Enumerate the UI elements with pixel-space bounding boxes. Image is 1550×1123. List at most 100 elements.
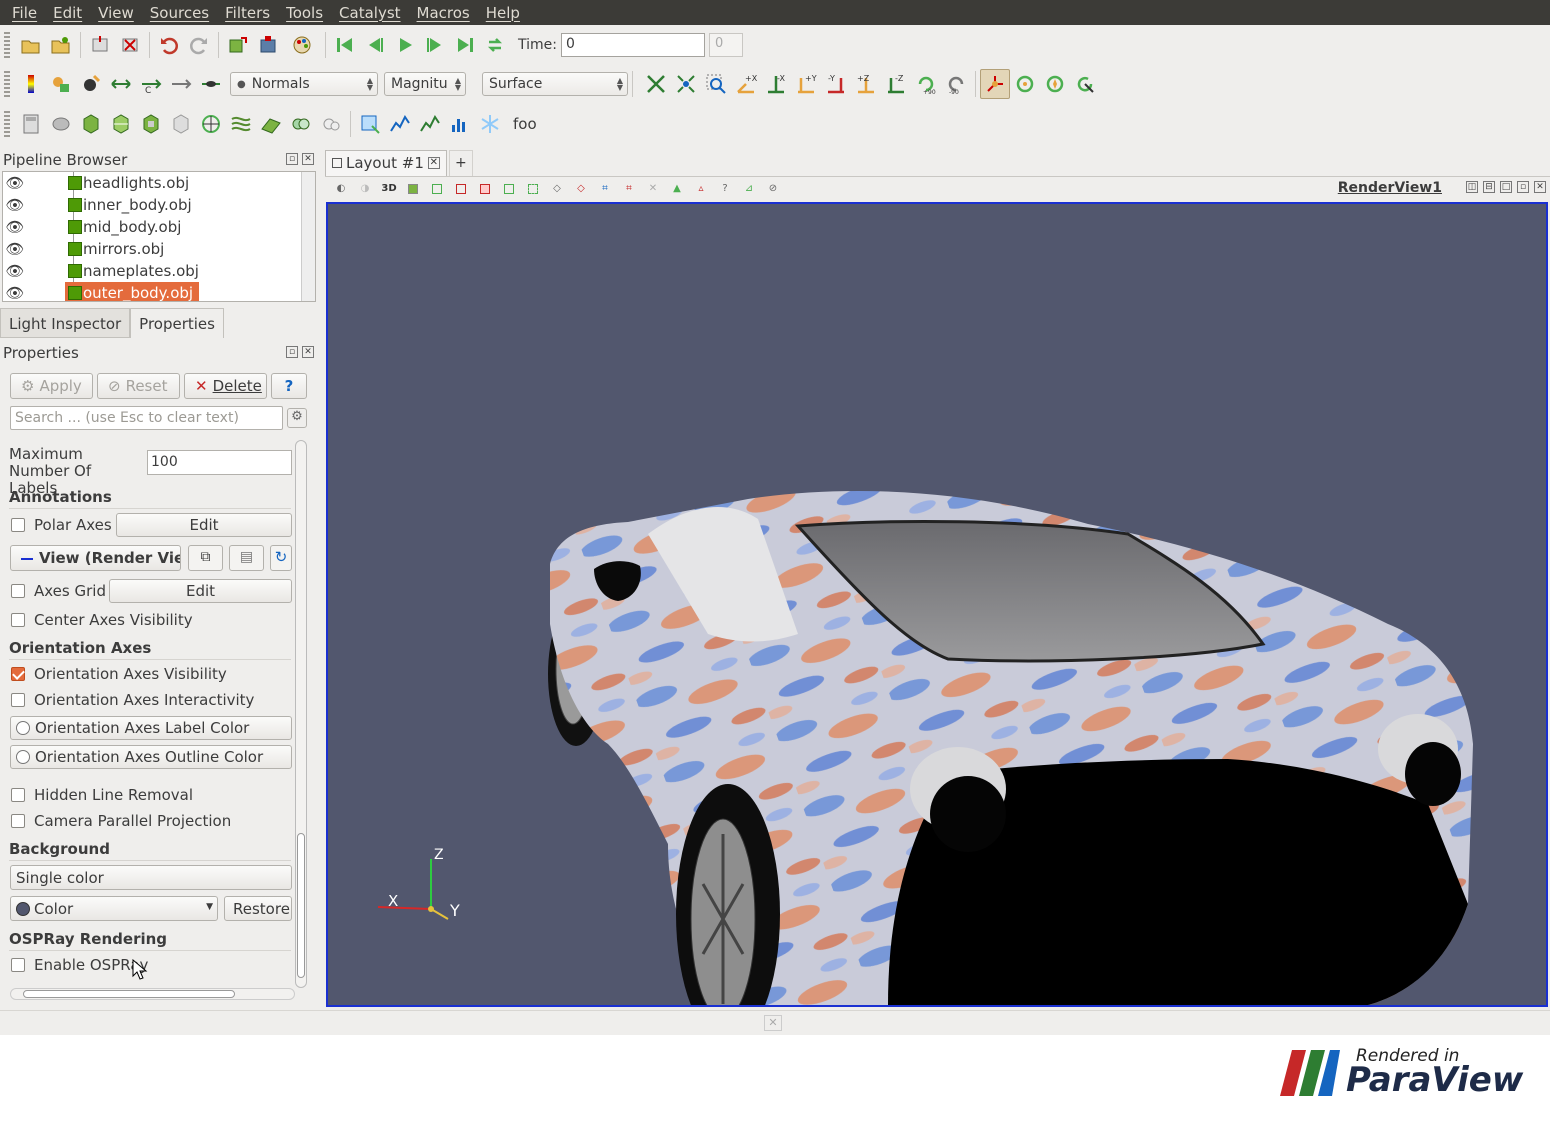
close-icon[interactable]: ✕: [302, 346, 314, 358]
interactive-select-icon[interactable]: ◇: [545, 179, 569, 199]
custom-macro-label[interactable]: foo: [513, 115, 537, 133]
menu-help[interactable]: Help: [478, 4, 528, 22]
view-plus-y-icon[interactable]: +Y: [791, 69, 821, 99]
close-view-icon[interactable]: ✕: [1534, 181, 1546, 193]
close-icon[interactable]: ✕: [427, 157, 440, 169]
use-separate-colormap-icon[interactable]: [76, 69, 106, 99]
view-minus-y-icon[interactable]: -Y: [821, 69, 851, 99]
find-data-icon[interactable]: ?: [713, 179, 737, 199]
pipeline-item[interactable]: 👁 nameplates.obj: [3, 260, 315, 282]
menu-macros[interactable]: Macros: [409, 4, 478, 22]
select-cells-icon[interactable]: [355, 109, 385, 139]
background-color-button[interactable]: Color ▼: [10, 896, 218, 921]
pick-center-icon[interactable]: [1070, 69, 1100, 99]
close-icon[interactable]: ✕: [302, 153, 314, 165]
menu-edit[interactable]: Edit: [45, 4, 90, 22]
eye-icon[interactable]: 👁: [5, 196, 25, 214]
open-icon[interactable]: [16, 30, 46, 60]
plot-selection-icon[interactable]: [415, 109, 445, 139]
delete-button[interactable]: ✕ Delete: [184, 373, 267, 399]
loop-icon[interactable]: [480, 30, 510, 60]
eye-icon[interactable]: 👁: [5, 262, 25, 280]
view-section-header[interactable]: View (Render View: [10, 545, 181, 571]
tab-layout-1[interactable]: Layout #1 ✕: [325, 149, 447, 176]
disconnect-icon[interactable]: [115, 30, 145, 60]
reset-center-icon[interactable]: [1040, 69, 1070, 99]
group-datasets-icon[interactable]: [286, 109, 316, 139]
polar-axes-checkbox[interactable]: [11, 518, 25, 532]
menu-tools[interactable]: Tools: [278, 4, 331, 22]
play-icon[interactable]: [390, 30, 420, 60]
copy-icon[interactable]: ⧉: [188, 545, 223, 571]
rescale-range-icon[interactable]: [106, 69, 136, 99]
pipeline-item[interactable]: 👁 mirrors.obj: [3, 238, 315, 260]
component-combo[interactable]: Magnitu ▲ ▼: [384, 72, 466, 96]
contour-icon[interactable]: [46, 109, 76, 139]
warp-by-vector-icon[interactable]: [256, 109, 286, 139]
view-minus-z-icon[interactable]: -Z: [881, 69, 911, 99]
redo-icon[interactable]: [184, 30, 214, 60]
properties-vertical-scrollbar[interactable]: [295, 440, 307, 988]
ruler-icon[interactable]: ⊿: [737, 179, 761, 199]
tab-properties[interactable]: Properties: [130, 308, 224, 338]
axes-grid-checkbox[interactable]: [11, 584, 25, 598]
calculator-icon[interactable]: [16, 109, 46, 139]
float-view-icon[interactable]: ▫: [1517, 181, 1529, 193]
select-surface-cells-icon[interactable]: [425, 179, 449, 199]
show-orientation-axes-icon[interactable]: [980, 69, 1010, 99]
axes-grid-edit-button[interactable]: Edit: [109, 579, 292, 603]
reset-camera-icon[interactable]: [223, 30, 253, 60]
clip-icon[interactable]: [76, 109, 106, 139]
pipeline-scrollbar[interactable]: [301, 172, 315, 301]
snowflake-icon[interactable]: [475, 109, 505, 139]
previous-frame-icon[interactable]: [360, 30, 390, 60]
view-plus-z-icon[interactable]: +Z: [851, 69, 881, 99]
max-labels-input[interactable]: 100: [147, 450, 292, 475]
undo-icon[interactable]: [154, 30, 184, 60]
histogram-icon[interactable]: [445, 109, 475, 139]
first-frame-icon[interactable]: [330, 30, 360, 60]
glyph-icon[interactable]: [196, 109, 226, 139]
progress-abort-icon[interactable]: ✕: [764, 1015, 782, 1031]
zoom-to-data-icon[interactable]: [671, 69, 701, 99]
toolbar-grip[interactable]: [4, 32, 10, 58]
eye-icon[interactable]: 👁: [5, 284, 25, 301]
save-screenshot-icon[interactable]: [253, 30, 283, 60]
split-horizontal-icon[interactable]: ◫: [1466, 181, 1478, 193]
oa-label-color-button[interactable]: Orientation Axes Label Color: [10, 716, 292, 740]
pipeline-item[interactable]: 👁 inner_body.obj: [3, 194, 315, 216]
oa-interactivity-checkbox[interactable]: [11, 693, 25, 707]
float-icon[interactable]: ▫: [286, 346, 298, 358]
time-input[interactable]: 0: [560, 33, 705, 57]
background-mode-combo[interactable]: Single color: [10, 865, 292, 890]
scrollbar-thumb[interactable]: [23, 990, 235, 998]
representation-combo[interactable]: Surface ▲ ▼: [482, 72, 628, 96]
view-minus-x-icon[interactable]: -X: [761, 69, 791, 99]
restore-default-button[interactable]: Restore I: [224, 896, 292, 921]
connect-icon[interactable]: [85, 30, 115, 60]
edit-colormap-icon[interactable]: [46, 69, 76, 99]
properties-horizontal-scrollbar[interactable]: [10, 988, 295, 1000]
capture-icon[interactable]: [401, 179, 425, 199]
camera-undo-icon[interactable]: ◐: [329, 179, 353, 199]
enable-ospray-checkbox[interactable]: [11, 958, 25, 972]
extract-level-icon[interactable]: [316, 109, 346, 139]
polar-axes-edit-button[interactable]: Edit: [116, 513, 292, 537]
slice-icon[interactable]: [106, 109, 136, 139]
eye-icon[interactable]: 👁: [5, 218, 25, 236]
advanced-gear-icon[interactable]: ⚙: [287, 408, 307, 428]
tab-light-inspector[interactable]: Light Inspector: [0, 308, 131, 338]
rescale-visible-icon[interactable]: [196, 69, 226, 99]
menu-filters[interactable]: Filters: [217, 4, 278, 22]
select-polygon-icon[interactable]: [497, 179, 521, 199]
view-plus-x-icon[interactable]: +X: [731, 69, 761, 99]
zoom-to-box-icon[interactable]: [701, 69, 731, 99]
pipeline-item[interactable]: 👁 headlights.obj: [3, 172, 315, 194]
rescale-temporal-icon[interactable]: [166, 69, 196, 99]
hidden-line-checkbox[interactable]: [11, 788, 25, 802]
rotate-plus-90-icon[interactable]: +90: [911, 69, 941, 99]
restore-icon[interactable]: ↻: [270, 545, 292, 571]
hover-points-icon[interactable]: ◇: [569, 179, 593, 199]
pipeline-item[interactable]: 👁 mid_body.obj: [3, 216, 315, 238]
render-view-canvas[interactable]: Z X Y: [326, 202, 1548, 1007]
